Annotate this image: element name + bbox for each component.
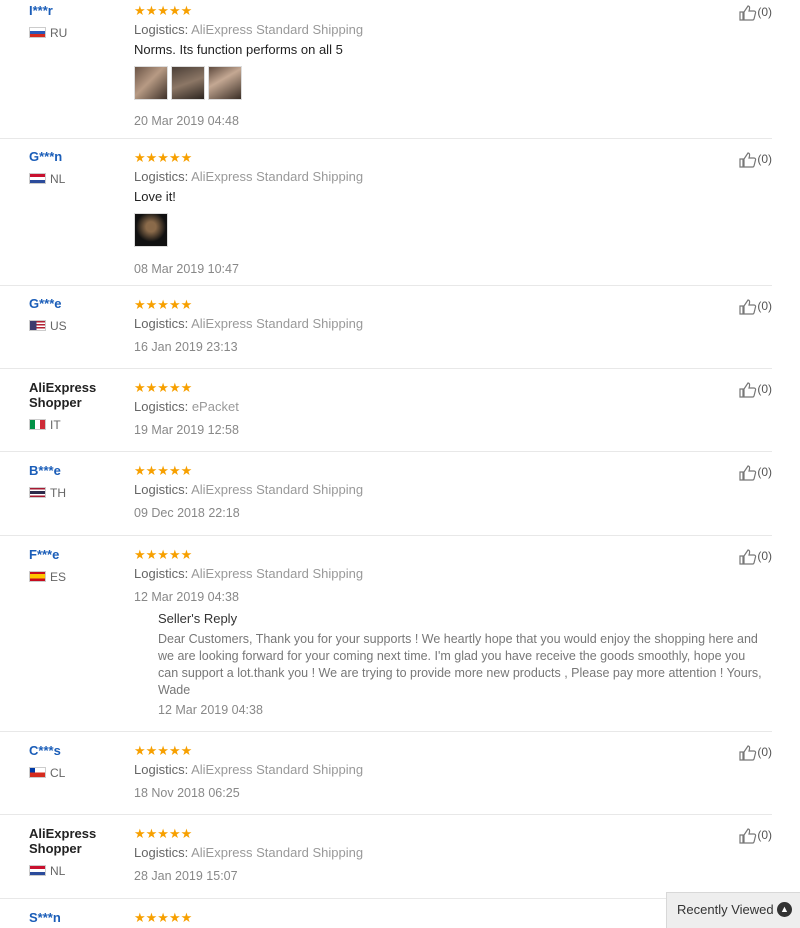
reviewer-country: NL [29, 172, 129, 186]
reviewer-name[interactable]: F***e [29, 547, 129, 562]
rating-stars: ★★★★★ [134, 826, 193, 841]
reviewer-country: US [29, 319, 129, 333]
review-photo[interactable] [134, 66, 168, 100]
logistics-info: Logistics: AliExpress Standard Shipping [134, 169, 364, 184]
helpful-button[interactable]: (0) [739, 548, 772, 565]
flag-es-icon [29, 571, 46, 582]
reviewer-name[interactable]: B***e [29, 463, 129, 478]
reviewer-name[interactable]: G***e [29, 296, 129, 311]
review-photo[interactable] [134, 213, 168, 247]
rating-stars: ★★★★★ [134, 297, 193, 312]
reviewer-country: CL [29, 766, 129, 780]
reviewer-country: RU [29, 26, 129, 40]
thumbs-up-icon [739, 299, 757, 315]
review-item: S***n ★★★★★ [0, 898, 772, 928]
logistics-info: Logistics: AliExpress Standard Shipping [134, 762, 364, 777]
thumbs-up-icon [739, 465, 757, 481]
review-photos [134, 213, 774, 249]
thumbs-up-icon [739, 828, 757, 844]
thumbs-up-icon [739, 549, 757, 565]
reviewer-name[interactable]: G***n [29, 149, 129, 164]
seller-reply-title: Seller's Reply [158, 611, 238, 626]
review-date: 28 Jan 2019 15:07 [134, 869, 238, 883]
review-photos [134, 66, 774, 102]
rating-stars: ★★★★★ [134, 150, 193, 165]
review-item: I***r RU ★★★★★ Logistics: AliExpress Sta… [0, 0, 772, 139]
logistics-info: Logistics: AliExpress Standard Shipping [134, 845, 364, 860]
rating-stars: ★★★★★ [134, 743, 193, 758]
recently-viewed-button[interactable]: Recently Viewed ▲ [666, 892, 800, 928]
reviewer-name[interactable]: I***r [29, 3, 129, 18]
rating-stars: ★★★★★ [134, 547, 193, 562]
logistics-info: Logistics: AliExpress Standard Shipping [134, 316, 364, 331]
helpful-button[interactable]: (0) [739, 4, 772, 21]
flag-nl-icon [29, 173, 46, 184]
helpful-button[interactable]: (0) [739, 151, 772, 168]
review-date: 20 Mar 2019 04:48 [134, 114, 239, 128]
review-photo[interactable] [208, 66, 242, 100]
review-photo[interactable] [171, 66, 205, 100]
review-item: F***e ES ★★★★★ Logistics: AliExpress Sta… [0, 535, 772, 732]
thumbs-up-icon [739, 5, 757, 21]
thumbs-up-icon [739, 152, 757, 168]
review-text: Love it! [134, 189, 176, 204]
flag-nl-icon [29, 865, 46, 876]
reviewer-country: NL [29, 864, 129, 878]
flag-th-icon [29, 487, 46, 498]
flag-us-icon [29, 320, 46, 331]
reviewer-country: ES [29, 570, 129, 584]
reviewer-name[interactable]: S***n [29, 910, 129, 925]
reviewer-name[interactable]: AliExpress Shopper [29, 380, 109, 410]
review-date: 09 Dec 2018 22:18 [134, 506, 240, 520]
review-item: G***n NL ★★★★★ Logistics: AliExpress Sta… [0, 138, 772, 286]
thumbs-up-icon [739, 382, 757, 398]
review-date: 08 Mar 2019 10:47 [134, 262, 239, 276]
review-item: B***e TH ★★★★★ Logistics: AliExpress Sta… [0, 451, 772, 536]
seller-reply-text: Dear Customers, Thank you for your suppo… [158, 632, 762, 697]
helpful-button[interactable]: (0) [739, 298, 772, 315]
reviewer-country: IT [29, 418, 129, 432]
recently-viewed-label: Recently Viewed [677, 902, 774, 917]
review-item: C***s CL ★★★★★ Logistics: AliExpress Sta… [0, 731, 772, 815]
flag-ru-icon [29, 27, 46, 38]
helpful-button[interactable]: (0) [739, 827, 772, 844]
review-date: 16 Jan 2019 23:13 [134, 340, 238, 354]
rating-stars: ★★★★★ [134, 380, 193, 395]
review-date: 18 Nov 2018 06:25 [134, 786, 240, 800]
rating-stars: ★★★★★ [134, 3, 193, 18]
seller-reply-date: 12 Mar 2019 04:38 [158, 703, 263, 717]
logistics-info: Logistics: AliExpress Standard Shipping [134, 22, 364, 37]
helpful-button[interactable]: (0) [739, 744, 772, 761]
reviewer-name[interactable]: C***s [29, 743, 129, 758]
review-item: AliExpress Shopper IT ★★★★★ Logistics: e… [0, 368, 772, 452]
logistics-info: Logistics: ePacket [134, 399, 239, 414]
flag-it-icon [29, 419, 46, 430]
seller-reply: Seller's Reply Dear Customers, Thank you… [158, 611, 768, 718]
reviewer-country: TH [29, 486, 129, 500]
logistics-info: Logistics: AliExpress Standard Shipping [134, 482, 364, 497]
logistics-info: Logistics: AliExpress Standard Shipping [134, 566, 364, 581]
reviewer-name[interactable]: AliExpress Shopper [29, 826, 109, 856]
review-item: AliExpress Shopper NL ★★★★★ Logistics: A… [0, 814, 772, 899]
flag-cl-icon [29, 767, 46, 778]
rating-stars: ★★★★★ [134, 463, 193, 478]
review-date: 12 Mar 2019 04:38 [134, 590, 239, 604]
review-text: Norms. Its function performs on all 5 [134, 42, 343, 57]
review-item: G***e US ★★★★★ Logistics: AliExpress Sta… [0, 285, 772, 369]
thumbs-up-icon [739, 745, 757, 761]
helpful-button[interactable]: (0) [739, 381, 772, 398]
review-date: 19 Mar 2019 12:58 [134, 423, 239, 437]
chevron-up-icon: ▲ [777, 902, 792, 917]
helpful-button[interactable]: (0) [739, 464, 772, 481]
